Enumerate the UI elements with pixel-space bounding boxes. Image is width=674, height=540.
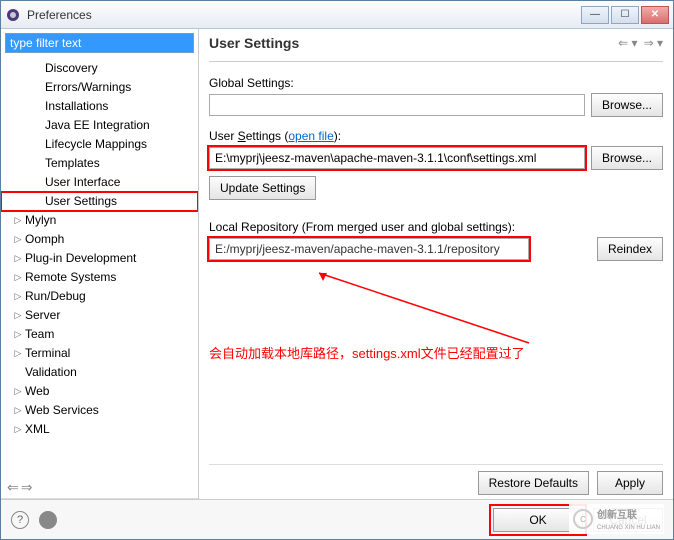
tree-item[interactable]: User Interface <box>1 173 198 192</box>
user-settings-label: User Settings (open file): <box>209 129 663 143</box>
titlebar: Preferences — ☐ ✕ <box>1 1 673 29</box>
close-button[interactable]: ✕ <box>641 6 669 24</box>
tree-item-label: Errors/Warnings <box>45 79 131 96</box>
tree-item-label: Installations <box>45 98 108 115</box>
tree-item-label: Oomph <box>25 231 64 248</box>
caret-icon: ▷ <box>13 250 23 267</box>
window-title: Preferences <box>27 8 581 22</box>
update-settings-button[interactable]: Update Settings <box>209 176 316 200</box>
tree-item[interactable]: ▷Mylyn <box>1 211 198 230</box>
tree-item-label: Java EE Integration <box>45 117 150 134</box>
tree-item[interactable]: ▷XML <box>1 420 198 439</box>
app-icon <box>5 7 21 23</box>
global-settings-input[interactable] <box>209 94 585 116</box>
tree-item[interactable]: ▷Oomph <box>1 230 198 249</box>
tree-item[interactable]: Discovery <box>1 59 198 78</box>
tree-item[interactable]: Templates <box>1 154 198 173</box>
tree-item-label: Mylyn <box>25 212 56 229</box>
caret-icon: ▷ <box>13 421 23 438</box>
tree-item[interactable]: ▷Web Services <box>1 401 198 420</box>
main-panel: User Settings ⇐ ▾ ⇒ ▾ Global Settings: B… <box>199 29 673 499</box>
tree-item[interactable]: Lifecycle Mappings <box>1 135 198 154</box>
local-repo-label: Local Repository (From merged user and g… <box>209 220 663 234</box>
tree-item[interactable]: Java EE Integration <box>1 116 198 135</box>
watermark: C 创新互联CHUANG XIN HU LIAN <box>569 504 664 534</box>
global-settings-label: Global Settings: <box>209 76 663 90</box>
tree-item[interactable]: ▷Web <box>1 382 198 401</box>
caret-icon: ▷ <box>13 402 23 419</box>
page-title: User Settings <box>209 35 618 51</box>
caret-icon: ▷ <box>13 269 23 286</box>
tree-item-label: Validation <box>25 364 77 381</box>
tree-item-label: Web <box>25 383 49 400</box>
tree-item[interactable]: ▷Run/Debug <box>1 287 198 306</box>
tree-item-label: XML <box>25 421 50 438</box>
tree-item-label: Team <box>25 326 54 343</box>
caret-icon: ▷ <box>13 326 23 343</box>
local-repo-input[interactable] <box>209 238 529 260</box>
caret-icon: ▷ <box>13 288 23 305</box>
sidebar: Discovery Errors/Warnings Installations Jav… <box>1 29 199 499</box>
reindex-button[interactable]: Reindex <box>597 237 663 261</box>
back-icon[interactable]: ⇐ ▾ <box>618 36 637 50</box>
tree-item-label: Terminal <box>25 345 70 362</box>
tree-item-label: Discovery <box>45 60 98 77</box>
caret-icon: ▷ <box>13 231 23 248</box>
restore-defaults-button[interactable]: Restore Defaults <box>478 471 589 495</box>
tree-item-label: Plug-in Development <box>25 250 136 267</box>
annotation-arrow <box>209 267 663 307</box>
tree-item-label: Lifecycle Mappings <box>45 136 147 153</box>
tree-item-label: Web Services <box>25 402 99 419</box>
tree-item[interactable]: User Settings <box>1 192 198 211</box>
user-browse-button[interactable]: Browse... <box>591 146 663 170</box>
tree-item[interactable]: Installations <box>1 97 198 116</box>
left-arrow-icon[interactable]: ⇐ <box>7 479 19 496</box>
import-export-icon[interactable] <box>39 511 57 529</box>
tree-item[interactable]: ▷Plug-in Development <box>1 249 198 268</box>
caret-icon: ▷ <box>13 212 23 229</box>
apply-button[interactable]: Apply <box>597 471 663 495</box>
help-icon[interactable]: ? <box>11 511 29 529</box>
tree-item-label: Server <box>25 307 60 324</box>
tree-item-label: Remote Systems <box>25 269 116 286</box>
tree-item-label: Templates <box>45 155 100 172</box>
tree-item-label: User Interface <box>45 174 120 191</box>
caret-icon: ▷ <box>13 307 23 324</box>
tree-scroll-arrows: ⇐ ⇒ <box>1 475 198 499</box>
user-settings-input[interactable] <box>209 147 585 169</box>
minimize-button[interactable]: — <box>581 6 609 24</box>
tree: Discovery Errors/Warnings Installations Jav… <box>1 57 198 475</box>
global-browse-button[interactable]: Browse... <box>591 93 663 117</box>
tree-item[interactable]: ▷Server <box>1 306 198 325</box>
forward-icon[interactable]: ⇒ ▾ <box>644 36 663 50</box>
tree-item[interactable]: ▷Remote Systems <box>1 268 198 287</box>
caret-icon: ▷ <box>13 383 23 400</box>
maximize-button[interactable]: ☐ <box>611 6 639 24</box>
tree-item[interactable]: ▷Terminal <box>1 344 198 363</box>
caret-icon: ▷ <box>13 345 23 362</box>
tree-item[interactable]: ▷Team <box>1 325 198 344</box>
nav-arrows: ⇐ ▾ ⇒ ▾ <box>618 36 663 50</box>
right-arrow-icon[interactable]: ⇒ <box>21 479 33 496</box>
watermark-icon: C <box>573 509 593 529</box>
open-file-link[interactable]: open file <box>288 129 333 143</box>
tree-item-label: User Settings <box>45 193 117 210</box>
tree-item[interactable]: Validation <box>1 363 198 382</box>
tree-item-label: Run/Debug <box>25 288 86 305</box>
filter-input[interactable] <box>5 33 194 53</box>
tree-item[interactable]: Errors/Warnings <box>1 78 198 97</box>
